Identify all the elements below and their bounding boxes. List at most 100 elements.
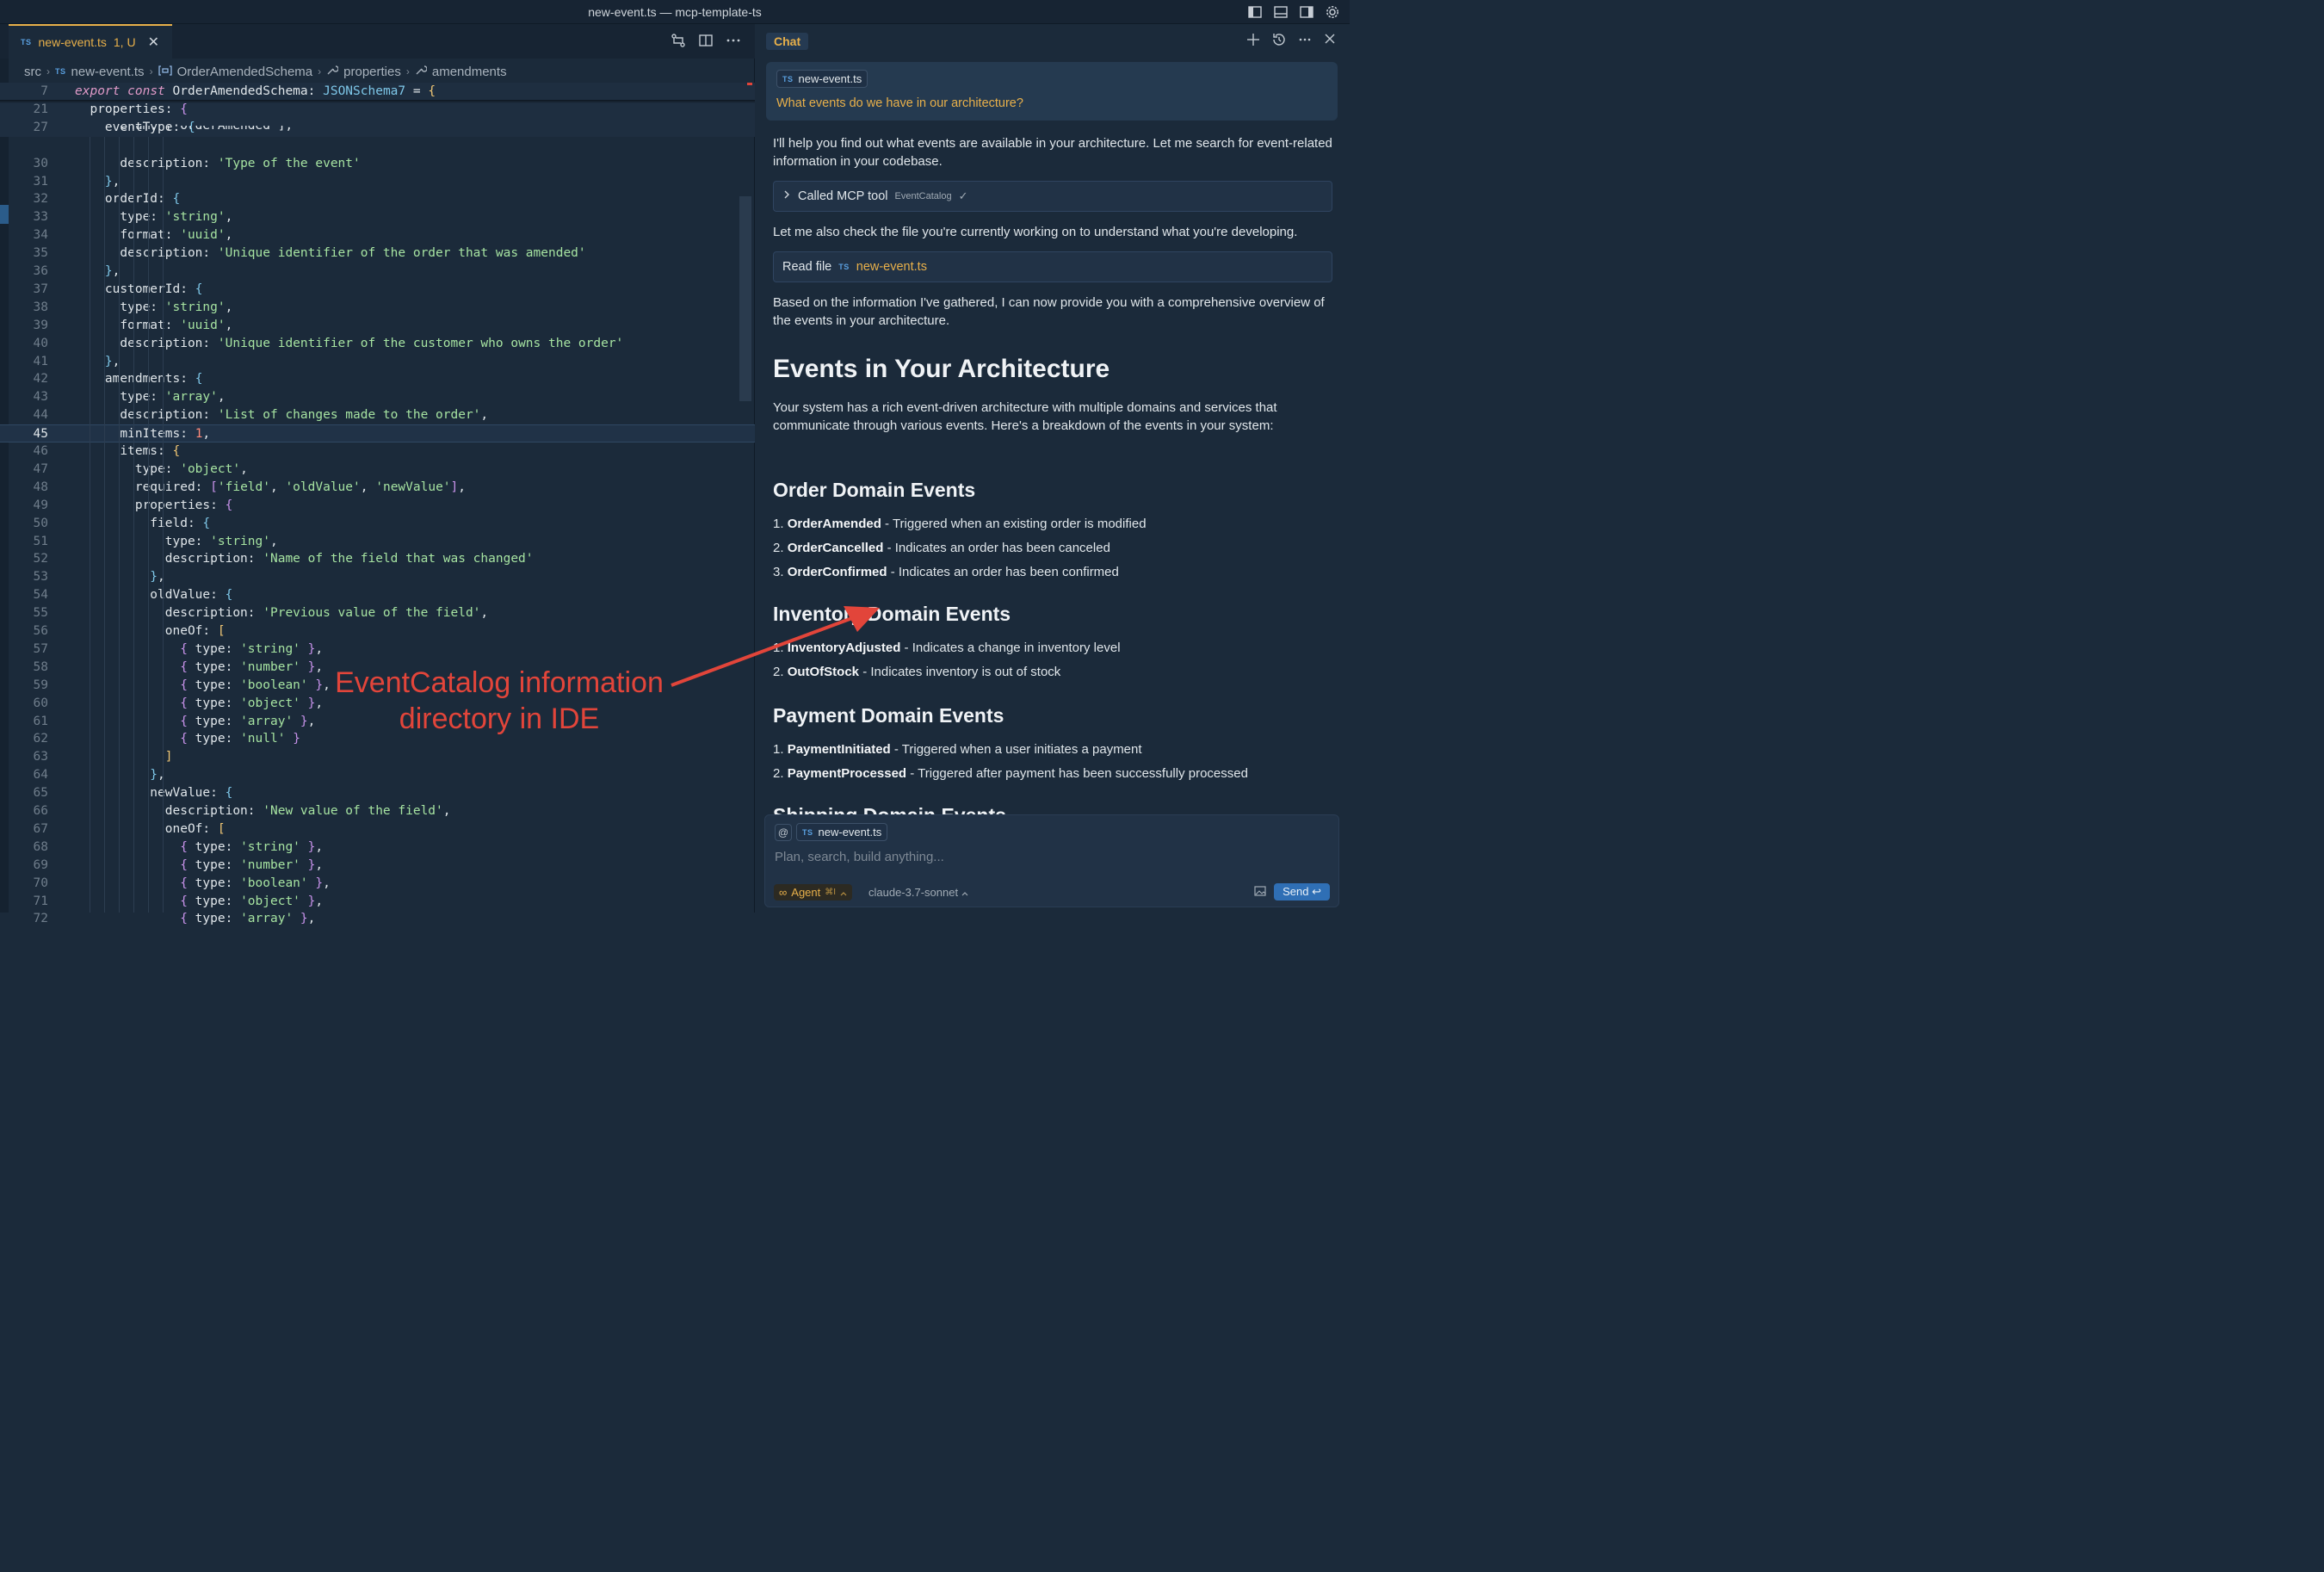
code-line[interactable]: 54 oldValue: { [0, 586, 755, 604]
settings-gear-icon[interactable] [1324, 3, 1341, 21]
code-line[interactable]: 36 }, [0, 263, 755, 281]
breadcrumb-src[interactable]: src [24, 65, 41, 79]
code-line[interactable]: 40 description: 'Unique identifier of th… [0, 335, 755, 353]
chevron-right-icon: › [405, 65, 410, 77]
context-file-chip[interactable]: TS new-event.ts [796, 823, 888, 841]
read-file-name[interactable]: new-event.ts [856, 260, 927, 274]
code-line[interactable]: 41 }, [0, 353, 755, 371]
new-chat-icon[interactable] [1246, 33, 1260, 51]
more-actions-icon[interactable] [726, 33, 741, 53]
code-text: { type: 'array' }, [180, 912, 316, 926]
line-number: 55 [33, 606, 48, 621]
split-editor-icon[interactable] [698, 33, 714, 53]
editor-tab-bar: TS new-event.ts 1, U ✕ [0, 24, 755, 59]
typescript-file-icon: TS [55, 67, 66, 76]
code-line[interactable]: 71 { type: 'object' }, [0, 893, 755, 911]
compare-changes-icon[interactable] [671, 33, 686, 53]
toggle-secondary-sidebar-icon[interactable] [1298, 3, 1315, 21]
code-line[interactable]: 35 description: 'Unique identifier of th… [0, 244, 755, 263]
code-line[interactable]: 66 description: 'New value of the field'… [0, 802, 755, 820]
code-line[interactable]: 44 description: 'List of changes made to… [0, 406, 755, 424]
code-text: { type: 'array' }, [180, 714, 316, 728]
code-line[interactable]: 21 properties: { [0, 100, 755, 119]
code-line[interactable]: 37 customerId: { [0, 281, 755, 299]
code-text: description: 'Unique identifier of the o… [75, 246, 586, 261]
code-line[interactable]: 72 { type: 'array' }, [0, 910, 755, 928]
code-line[interactable]: 43 type: 'array', [0, 388, 755, 406]
code-line[interactable]: 63 ] [0, 748, 755, 766]
breadcrumb-file[interactable]: new-event.ts [71, 65, 145, 79]
breadcrumb-amendments[interactable]: amendments [432, 65, 507, 79]
code-line[interactable]: 46 items: { [0, 443, 755, 461]
code-line[interactable]: 47 type: 'object', [0, 461, 755, 479]
code-line[interactable]: 48 required: ['field', 'oldValue', 'newV… [0, 479, 755, 497]
breadcrumb-properties[interactable]: properties [343, 65, 401, 79]
line-number: 59 [33, 678, 48, 692]
close-icon[interactable]: ✕ [148, 34, 159, 51]
code-line[interactable]: 53 }, [0, 568, 755, 586]
chat-panel: Chat TS new-event.ts What events do we h… [756, 24, 1350, 913]
context-file-chip[interactable]: TS new-event.ts [776, 70, 868, 88]
code-text: { type: 'string' }, [180, 839, 324, 854]
code-area[interactable]: 7 export const OrderAmendedSchema: JSONSc… [0, 83, 755, 925]
event-list-item: 1. OrderAmended - Triggered when an exis… [773, 517, 1147, 531]
code-line[interactable]: 34 format: 'uuid', [0, 226, 755, 244]
close-icon[interactable] [1324, 33, 1336, 51]
code-text: }, [75, 174, 121, 189]
toggle-panel-icon[interactable] [1272, 3, 1289, 21]
code-line[interactable]: 32 orderId: { [0, 190, 755, 208]
tab-chat[interactable]: Chat [766, 33, 809, 50]
code-line[interactable]: 39 format: 'uuid', [0, 317, 755, 335]
read-file-call[interactable]: Read file TS new-event.ts [773, 251, 1332, 282]
history-icon[interactable] [1272, 33, 1286, 51]
agent-mode-selector[interactable]: ∞ Agent ⌘I [774, 884, 853, 900]
more-actions-icon[interactable] [1298, 33, 1312, 51]
code-line[interactable]: 50 field: { [0, 515, 755, 533]
code-text: type: 'string', [75, 210, 233, 225]
mention-button[interactable]: @ [775, 824, 792, 841]
toggle-primary-sidebar-icon[interactable] [1246, 3, 1264, 21]
code-text: minItems: 1, [75, 427, 211, 442]
code-line[interactable]: 45 minItems: 1, [0, 424, 755, 443]
chat-input[interactable]: Plan, search, build anything... [775, 850, 944, 864]
tool-call-label: Called MCP tool [798, 189, 888, 203]
model-selector[interactable]: claude-3.7-sonnet [868, 886, 968, 899]
code-text: description: 'Previous value of the fiel… [75, 606, 489, 621]
code-line[interactable]: 69 { type: 'number' }, [0, 857, 755, 875]
code-text: oneOf: [ [75, 624, 226, 638]
code-line[interactable]: 31 }, [0, 173, 755, 191]
line-number: 56 [33, 624, 48, 638]
indent-guide [133, 136, 134, 913]
event-description: - Triggered after payment has been succe… [906, 766, 1248, 781]
send-button[interactable]: Send ↩ [1274, 883, 1330, 900]
code-line[interactable]: 64 }, [0, 766, 755, 784]
editor-pane: TS new-event.ts 1, U ✕ src › TS new-even… [0, 24, 755, 925]
code-line[interactable]: enum: ['OrderAmended'], [0, 126, 755, 138]
tab-new-event-ts[interactable]: TS new-event.ts 1, U ✕ [9, 24, 172, 59]
event-description: - Indicates inventory is out of stock [859, 665, 1061, 679]
code-line[interactable]: 57 { type: 'string' }, [0, 641, 755, 659]
code-line[interactable]: 42 amendments: { [0, 370, 755, 388]
code-line[interactable]: 30 description: 'Type of the event' [0, 155, 755, 173]
code-line[interactable]: 56 oneOf: [ [0, 622, 755, 641]
code-line[interactable]: 70 { type: 'boolean' }, [0, 875, 755, 893]
section-heading: Payment Domain Events [773, 704, 1004, 727]
code-line[interactable]: 68 { type: 'string' }, [0, 839, 755, 857]
code-line[interactable]: 33 type: 'string', [0, 208, 755, 226]
code-line[interactable]: 55 description: 'Previous value of the f… [0, 604, 755, 622]
editor-scrollbar[interactable] [739, 196, 751, 401]
code-line[interactable]: 52 description: 'Name of the field that … [0, 550, 755, 568]
code-line[interactable]: 51 type: 'string', [0, 533, 755, 551]
line-number: 34 [33, 228, 48, 243]
code-line[interactable]: 38 type: 'string', [0, 299, 755, 317]
mcp-tool-call[interactable]: Called MCP tool EventCatalog ✓ [773, 181, 1332, 212]
code-line[interactable]: 67 oneOf: [ [0, 820, 755, 839]
code-line[interactable]: 49 properties: { [0, 497, 755, 515]
code-text: description: 'New value of the field', [75, 804, 451, 818]
line-number: 48 [33, 480, 48, 494]
line-number: 49 [33, 498, 48, 512]
code-line[interactable]: 65 newValue: { [0, 784, 755, 802]
code-line[interactable]: 7 export const OrderAmendedSchema: JSONSc… [0, 83, 755, 101]
breadcrumb-schema[interactable]: OrderAmendedSchema [177, 65, 313, 79]
image-attach-icon[interactable] [1254, 886, 1266, 899]
